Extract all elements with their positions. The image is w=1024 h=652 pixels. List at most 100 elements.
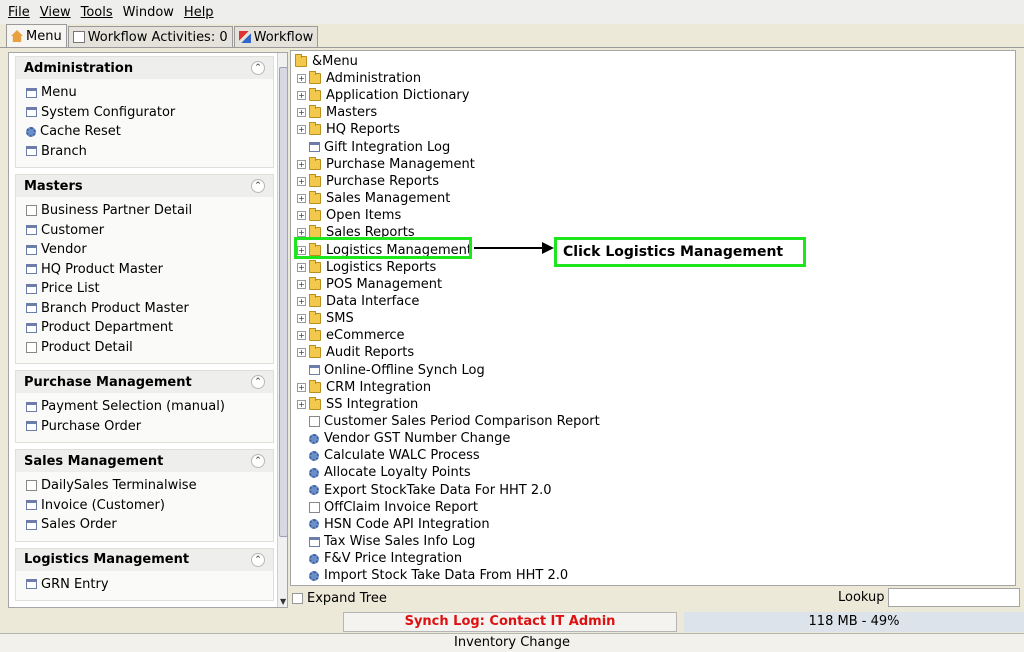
expand-icon[interactable]: + <box>297 194 306 204</box>
menu-window[interactable]: Window <box>119 5 180 20</box>
sidebar-item[interactable]: GRN Entry <box>26 575 273 595</box>
sidebar-item[interactable]: Product Detail <box>26 338 273 358</box>
tree-item[interactable]: + SS Integration <box>297 396 418 413</box>
expand-icon[interactable]: + <box>297 91 306 101</box>
sidebar-group-header[interactable]: Logistics Management ⌃ <box>16 548 273 571</box>
tab-workflow-activities[interactable]: Workflow Activities: 0 <box>67 26 233 47</box>
tree-item[interactable]: + Administration <box>297 70 421 87</box>
expand-icon[interactable]: + <box>297 399 306 409</box>
tab-menu[interactable]: Menu <box>6 24 67 47</box>
sidebar-item-label: Branch Product Master <box>41 300 189 316</box>
expand-tree-checkbox[interactable] <box>292 592 303 604</box>
folder-icon <box>309 311 321 325</box>
expand-icon[interactable]: + <box>297 296 306 306</box>
expand-tree-label[interactable]: Expand Tree <box>307 591 387 606</box>
tree-item-label: Masters <box>326 105 378 121</box>
expand-icon[interactable]: + <box>297 176 306 186</box>
sidebar-item[interactable]: Payment Selection (manual) <box>26 397 273 417</box>
sidebar-item[interactable]: Price List <box>26 279 273 299</box>
tree-item[interactable]: + Masters <box>297 104 377 121</box>
scrollbar-thumb[interactable] <box>279 67 287 537</box>
tree-item[interactable]: + Open Items <box>297 207 401 224</box>
expand-icon[interactable]: + <box>297 159 306 169</box>
tree-item[interactable]: Vendor GST Number Change <box>297 430 510 447</box>
sidebar-group-title: Purchase Management <box>24 374 192 390</box>
sidebar-group-header[interactable]: Administration ⌃ <box>16 57 273 79</box>
expand-icon[interactable]: + <box>297 108 306 118</box>
collapse-icon[interactable]: ⌃ <box>251 61 265 75</box>
sidebar-group-header[interactable]: Masters ⌃ <box>16 175 273 197</box>
tree-item[interactable]: Gift Integration Log <box>297 139 450 156</box>
sidebar-item[interactable]: Business Partner Detail <box>26 201 273 221</box>
collapse-icon[interactable]: ⌃ <box>251 375 265 389</box>
sidebar-scrollbar[interactable]: ▼ <box>277 53 287 607</box>
expand-icon[interactable]: + <box>297 279 306 289</box>
tree-item[interactable]: HSN Code API Integration <box>297 516 490 533</box>
sidebar-item[interactable]: Sales Order <box>26 515 273 535</box>
tree-item[interactable]: Allocate Loyalty Points <box>297 464 471 481</box>
menu-tools[interactable]: Tools <box>77 5 119 20</box>
expand-icon[interactable]: + <box>297 262 306 272</box>
sidebar-item[interactable]: System Configurator <box>26 103 273 123</box>
tree-root[interactable]: &Menu <box>295 53 358 70</box>
process-icon <box>309 467 319 478</box>
expand-icon[interactable]: + <box>297 74 306 83</box>
sidebar-group-title: Sales Management <box>24 453 164 469</box>
expand-icon[interactable]: + <box>297 228 306 238</box>
sidebar-item[interactable]: Branch <box>26 142 273 162</box>
sidebar-item[interactable]: Vendor <box>26 240 273 260</box>
tree-item[interactable]: + HQ Reports <box>297 121 400 138</box>
expand-icon[interactable]: + <box>297 314 306 324</box>
tree-item[interactable]: Online-Offline Synch Log <box>297 362 485 379</box>
synch-log-status[interactable]: Synch Log: Contact IT Admin <box>343 612 677 632</box>
tree-item[interactable]: + eCommerce <box>297 327 405 344</box>
sidebar-item[interactable]: DailySales Terminalwise <box>26 476 273 496</box>
sidebar-item[interactable]: Customer <box>26 221 273 241</box>
sidebar-item[interactable]: Cache Reset <box>26 122 273 142</box>
tree-item[interactable]: F&V Price Integration <box>297 550 462 567</box>
tree-item[interactable]: Export StockTake Data For HHT 2.0 <box>297 482 552 499</box>
tab-workflow[interactable]: Workflow <box>233 26 319 47</box>
expand-icon[interactable]: + <box>297 331 306 341</box>
tree-item[interactable]: + Data Interface <box>297 293 419 310</box>
expand-icon[interactable]: + <box>297 348 306 358</box>
menu-help[interactable]: Help <box>180 5 220 20</box>
tree-item[interactable]: Import Stock Take Data From HHT 2.0 <box>297 567 568 584</box>
tree-item[interactable]: + Purchase Management <box>297 156 475 173</box>
report-icon <box>26 341 37 353</box>
window-icon <box>26 500 37 511</box>
sidebar-item[interactable]: Purchase Order <box>26 417 273 437</box>
sidebar-group-header[interactable]: Purchase Management ⌃ <box>16 371 273 393</box>
tree-item[interactable]: Calculate WALC Process <box>297 447 480 464</box>
tree-item[interactable]: OffClaim Invoice Report <box>297 499 478 516</box>
sidebar-item[interactable]: Product Department <box>26 318 273 338</box>
tree-item[interactable]: + Purchase Reports <box>297 173 439 190</box>
collapse-icon[interactable]: ⌃ <box>251 552 265 567</box>
sidebar-item-label: Sales Order <box>41 517 117 533</box>
menu-file[interactable]: File <box>4 5 36 20</box>
collapse-icon[interactable]: ⌃ <box>251 454 265 468</box>
expand-icon[interactable]: + <box>297 211 306 221</box>
sidebar-item[interactable]: Menu <box>26 83 273 103</box>
folder-icon <box>309 293 321 307</box>
expand-icon[interactable]: + <box>297 382 306 392</box>
tree-item[interactable]: Tax Wise Sales Info Log <box>297 533 475 550</box>
tree-item[interactable]: + Sales Management <box>297 190 450 207</box>
scroll-down-icon[interactable]: ▼ <box>280 597 286 606</box>
tree-item[interactable]: + Logistics Reports <box>297 259 436 276</box>
tree-item[interactable]: + CRM Integration <box>297 379 431 396</box>
menu-view[interactable]: View <box>36 5 77 20</box>
tree-item[interactable]: + Audit Reports <box>297 344 414 361</box>
tree-item-label: SMS <box>326 311 354 327</box>
expand-icon[interactable]: + <box>297 125 306 135</box>
collapse-icon[interactable]: ⌃ <box>251 179 265 193</box>
tree-item[interactable]: + SMS <box>297 310 354 327</box>
tree-item[interactable]: + Application Dictionary <box>297 87 469 104</box>
sidebar-group-header[interactable]: Sales Management ⌃ <box>16 450 273 472</box>
tree-item[interactable]: + POS Management <box>297 276 442 293</box>
sidebar-item[interactable]: Branch Product Master <box>26 299 273 319</box>
lookup-input[interactable] <box>888 588 1020 607</box>
sidebar-item[interactable]: HQ Product Master <box>26 260 273 280</box>
sidebar-item[interactable]: Invoice (Customer) <box>26 496 273 516</box>
tree-item[interactable]: Customer Sales Period Comparison Report <box>297 413 600 430</box>
